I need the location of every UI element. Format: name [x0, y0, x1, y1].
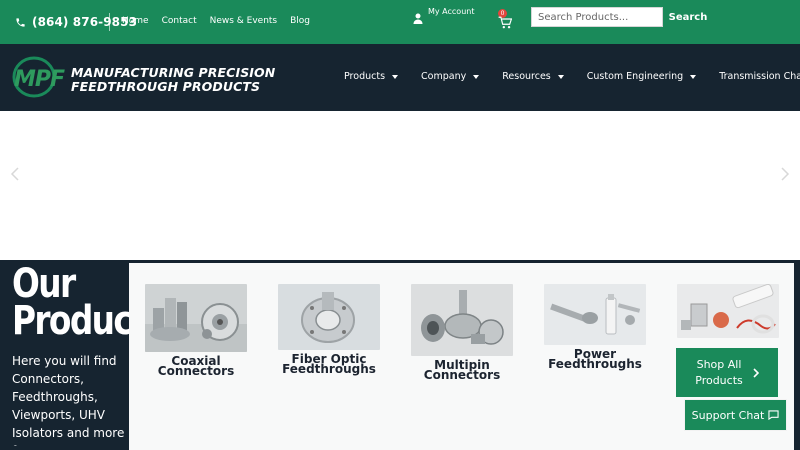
card-title-line: Feedthroughs [548, 357, 642, 371]
phone-icon [16, 17, 25, 27]
nav-label: Custom Engineering [586, 71, 684, 82]
my-account-label: My Account [428, 7, 475, 16]
product-card-power-feedthroughs[interactable]: Power Feedthroughs [544, 284, 646, 371]
top-link-news-events[interactable]: News & Events [210, 16, 278, 26]
product-card-title: Power Feedthroughs [544, 348, 646, 371]
coaxial-connectors-image [145, 284, 247, 352]
chevron-down-icon [690, 74, 697, 79]
chevron-down-icon [557, 74, 564, 79]
user-icon [413, 13, 423, 24]
shop-all-line: Shop All [696, 357, 742, 371]
product-card-multipin-connectors[interactable]: Multipin Connectors [411, 284, 513, 382]
heading-line: Products [12, 298, 142, 344]
site-logo[interactable]: MPF MANUFACTURING PRECISION FEEDTHROUGH … [12, 56, 276, 100]
shop-all-label: Shop All Products [695, 357, 743, 389]
chat-bubble-icon [768, 410, 779, 420]
shop-all-products-button[interactable]: Shop All Products [676, 348, 778, 397]
our-products-intro: Our Products Here you will find Connecto… [12, 266, 142, 446]
chevron-left-icon[interactable] [10, 167, 20, 181]
multipin-connectors-image [411, 284, 513, 356]
nav-item-products[interactable]: Products [344, 71, 399, 82]
logo-text-line2: FEEDTHROUGH PRODUCTS [71, 79, 261, 94]
assorted-products-image [677, 283, 779, 338]
hero-slider [0, 111, 800, 260]
support-chat-button[interactable]: Support Chat [684, 399, 787, 431]
phone-link[interactable]: (864) 876-9853 [15, 15, 137, 29]
mpf-logo-mark: MPF [12, 56, 66, 98]
product-card-title: Coaxial Connectors [145, 355, 247, 378]
nav-label: Company [421, 71, 467, 82]
nav-label: Products [344, 71, 386, 82]
product-card-fiber-optic-feedthroughs[interactable]: Fiber Optic Feedthroughs [278, 284, 380, 376]
nav-item-company[interactable]: Company [421, 71, 480, 82]
nav-label: Transmission Charts [719, 71, 800, 82]
cart-button[interactable]: 0 [497, 9, 515, 31]
top-bar: (864) 876-9853 Home Contact News & Event… [0, 0, 800, 44]
product-card-title: Multipin Connectors [411, 359, 513, 382]
card-title-line: Connectors [423, 368, 501, 382]
chevron-right-icon[interactable] [780, 167, 790, 181]
main-nav: Products Company Resources Custom Engine… [344, 71, 800, 82]
chevron-right-icon [753, 367, 759, 378]
nav-label: Resources [502, 71, 551, 82]
our-products-description: Here you will find Connectors, Feedthrou… [12, 354, 125, 446]
card-title-line: Feedthroughs [282, 362, 376, 376]
product-card-title: Fiber Optic Feedthroughs [278, 353, 380, 376]
search-button[interactable]: Search [664, 7, 712, 27]
nav-item-transmission-charts[interactable]: Transmission Charts [719, 71, 800, 82]
chevron-down-icon [473, 74, 480, 79]
top-link-blog[interactable]: Blog [290, 16, 310, 26]
product-card-coaxial-connectors[interactable]: Coaxial Connectors [145, 284, 247, 378]
chevron-down-icon [392, 74, 399, 79]
support-chat-label: Support Chat [691, 408, 765, 422]
product-card-assorted[interactable] [677, 283, 779, 342]
svg-text:MPF: MPF [14, 67, 65, 92]
top-link-home[interactable]: Home [122, 16, 149, 26]
fiber-optic-feedthroughs-image [278, 284, 380, 350]
shop-all-line: Products [695, 373, 743, 387]
logo-text-line1: MANUFACTURING PRECISION [71, 65, 276, 80]
our-products-heading: Our Products [12, 266, 142, 344]
cart-icon [498, 16, 512, 29]
main-header: MPF MANUFACTURING PRECISION FEEDTHROUGH … [0, 44, 800, 111]
nav-item-custom-engineering[interactable]: Custom Engineering [586, 71, 697, 82]
nav-item-resources[interactable]: Resources [502, 71, 564, 82]
my-account-link[interactable]: My Account [413, 7, 474, 24]
power-feedthroughs-image [544, 284, 646, 345]
top-divider [109, 13, 110, 31]
search-input[interactable] [531, 7, 663, 27]
top-links: Home Contact News & Events Blog [122, 16, 310, 26]
top-link-contact[interactable]: Contact [162, 16, 197, 26]
card-title-line: Connectors [157, 364, 235, 378]
